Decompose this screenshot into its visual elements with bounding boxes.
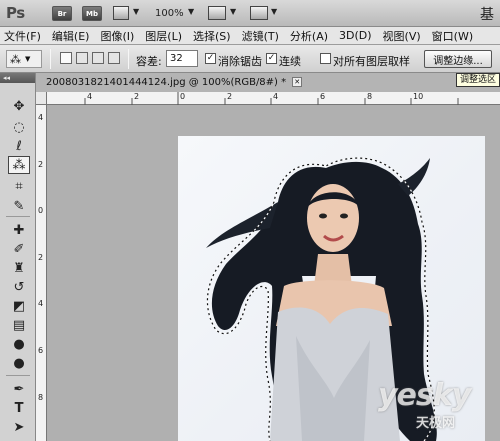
arrange-documents-icon[interactable] (208, 6, 226, 20)
sample-all-layers-checkbox[interactable] (320, 53, 331, 64)
watermark-logo: yesky (378, 378, 471, 413)
tool-preset-picker[interactable]: ⁂ ▼ (6, 50, 42, 68)
crop-tool-icon[interactable]: ⌗ (8, 177, 30, 195)
ruler-label: 0 (38, 206, 44, 215)
left-eye (319, 213, 327, 219)
menu-edit[interactable]: 编辑(E) (52, 28, 90, 44)
anti-alias-label: 消除锯齿 (218, 55, 262, 68)
options-bar: ⁂ ▼ 容差: 32 ✓ 消除锯齿 ✓ 连续 对所有图层取样 调整边缘... (0, 45, 500, 73)
ruler-label: 8 (38, 393, 44, 402)
contiguous-checkbox[interactable]: ✓ (266, 53, 277, 64)
chevron-down-icon[interactable]: ▼ (188, 7, 194, 16)
workspace-label[interactable]: 基 (480, 4, 494, 24)
healing-brush-tool-icon[interactable]: ✚ (8, 221, 30, 239)
magic-wand-icon: ⁂ (10, 52, 21, 66)
launch-mini-bridge-button[interactable]: Mb (82, 6, 102, 21)
menu-3d[interactable]: 3D(D) (339, 29, 372, 42)
ruler-label: 8 (367, 92, 373, 101)
ruler-label: 2 (134, 92, 140, 101)
document-tab[interactable]: 2008031821401444124.jpg @ 100%(RGB/8#) *… (46, 77, 303, 92)
launch-bridge-button[interactable]: Br (52, 6, 72, 21)
quick-selection-tool-icon[interactable]: ⁂ (8, 156, 30, 174)
ruler-label: 0 (180, 92, 186, 101)
ruler-label: 2 (38, 160, 44, 169)
document-title: 2008031821401444124.jpg @ 100%(RGB/8#) * (46, 77, 287, 88)
clone-stamp-tool-icon[interactable]: ♜ (8, 259, 30, 277)
chevron-down-icon[interactable]: ▼ (271, 7, 277, 16)
right-eye (340, 213, 348, 219)
menu-analysis[interactable]: 分析(A) (290, 28, 328, 44)
zoom-level[interactable]: 100% (155, 8, 184, 19)
ruler-label: 6 (38, 346, 44, 355)
tooltip: 调整选区 (456, 73, 500, 87)
ruler-label: 10 (413, 92, 424, 101)
sample-all-layers-label: 对所有图层取样 (333, 55, 410, 68)
subtract-from-selection-icon[interactable] (92, 52, 104, 64)
photoshop-logo: Ps (6, 4, 25, 22)
menu-bar: 文件(F) 编辑(E) 图像(I) 图层(L) 选择(S) 滤镜(T) 分析(A… (0, 27, 500, 45)
tools-panel-header[interactable]: ◂◂ (0, 73, 35, 83)
pen-tool-icon[interactable]: ✒ (8, 380, 30, 398)
contiguous-label: 连续 (279, 55, 301, 68)
menu-select[interactable]: 选择(S) (193, 28, 231, 44)
application-bar: Ps Br Mb ▼ 100% ▼ ▼ ▼ 基 (0, 0, 500, 27)
chevron-down-icon: ▼ (25, 55, 31, 63)
eraser-tool-icon[interactable]: ◩ (8, 297, 30, 315)
tolerance-input[interactable]: 32 (166, 50, 198, 67)
add-to-selection-icon[interactable] (76, 52, 88, 64)
path-selection-tool-icon[interactable]: ➤ (8, 418, 30, 436)
ruler-label: 4 (273, 92, 279, 101)
ruler-label: 4 (87, 92, 93, 101)
menu-window[interactable]: 窗口(W) (432, 28, 473, 44)
menu-image[interactable]: 图像(I) (100, 28, 134, 44)
ruler-label: 4 (38, 113, 44, 122)
ruler-origin[interactable] (36, 92, 47, 105)
menu-view[interactable]: 视图(V) (383, 28, 421, 44)
ruler-label: 6 (320, 92, 326, 101)
tolerance-label: 容差: (136, 55, 162, 68)
ruler-label: 2 (227, 92, 233, 101)
anti-alias-checkbox[interactable]: ✓ (205, 53, 216, 64)
vertical-ruler[interactable]: 4 2 0 2 4 6 8 (36, 105, 47, 441)
gradient-tool-icon[interactable]: ▤ (8, 316, 30, 334)
intersect-selection-icon[interactable] (108, 52, 120, 64)
new-selection-icon[interactable] (60, 52, 72, 64)
ruler-label: 4 (38, 299, 44, 308)
lasso-tool-icon[interactable]: ℓ (8, 137, 30, 155)
type-tool-icon[interactable]: T (8, 399, 30, 417)
view-extras-icon[interactable] (113, 6, 129, 20)
ruler-label: 2 (38, 253, 44, 262)
blur-tool-icon[interactable]: ● (8, 335, 30, 353)
eyedropper-tool-icon[interactable]: ✎ (8, 197, 30, 215)
refine-edge-button[interactable]: 调整边缘... (424, 50, 492, 68)
dodge-tool-icon[interactable]: ● (8, 354, 30, 372)
move-tool-icon[interactable]: ✥ (8, 97, 30, 115)
divider (128, 49, 129, 69)
history-brush-tool-icon[interactable]: ↺ (8, 278, 30, 296)
divider (6, 216, 30, 217)
tools-panel: ◂◂ ✥ ◌ ℓ ⁂ ⌗ ✎ ✚ ✐ ♜ ↺ ◩ ▤ ● ● ✒ T ➤ (0, 73, 36, 441)
screen-mode-icon[interactable] (250, 6, 268, 20)
divider (6, 375, 30, 376)
menu-filter[interactable]: 滤镜(T) (242, 28, 279, 44)
brush-tool-icon[interactable]: ✐ (8, 240, 30, 258)
horizontal-ruler[interactable]: 4 2 0 2 4 6 8 10 (47, 92, 500, 105)
menu-layer[interactable]: 图层(L) (145, 28, 182, 44)
chevron-down-icon[interactable]: ▼ (133, 7, 139, 16)
divider (50, 49, 51, 69)
marquee-tool-icon[interactable]: ◌ (8, 118, 30, 136)
watermark-caption: 天极网 (416, 416, 456, 431)
chevron-down-icon[interactable]: ▼ (230, 7, 236, 16)
close-icon[interactable]: ✕ (292, 77, 303, 87)
menu-file[interactable]: 文件(F) (4, 28, 41, 44)
